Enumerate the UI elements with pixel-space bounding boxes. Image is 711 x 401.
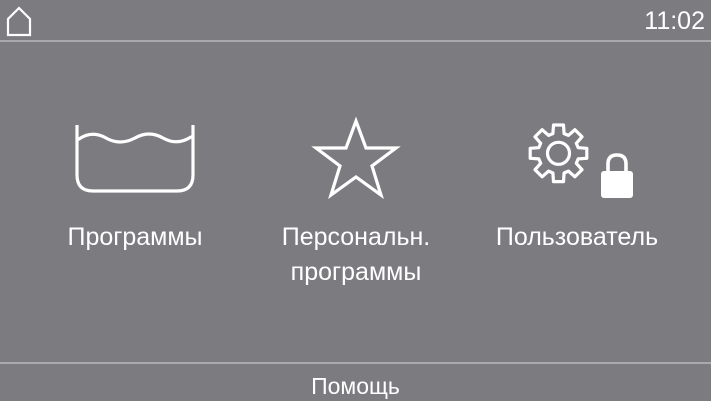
lock-icon [601,153,633,198]
status-bar: 11:02 [0,0,711,42]
icon-container [311,112,401,204]
label-line: программы [290,258,422,286]
basin-icon [75,125,195,193]
icon-container [515,112,639,204]
menu-item-personal-programs[interactable]: Персональн. программы [258,112,454,302]
menu-item-label: Программы [67,223,203,251]
home-icon [6,6,32,37]
label-line: Персональн. [281,223,431,251]
icon-container [73,112,197,204]
star-icon [311,117,401,199]
menu-item-label: Персональн. программы [282,220,431,290]
control-panel-screen: 11:02 Программы Персональн. программы По… [0,0,711,401]
clock: 11:02 [644,7,705,35]
menu-item-programs[interactable]: Программы [40,112,230,302]
menu-item-label: Пользователь [495,223,659,251]
gear-icon [528,123,589,184]
home-button[interactable] [4,5,34,37]
help-label: Помощь [311,372,400,399]
help-button[interactable]: Помощь [0,362,711,401]
menu-item-user[interactable]: Пользователь [480,112,674,302]
gear-lock-icon [528,123,633,198]
